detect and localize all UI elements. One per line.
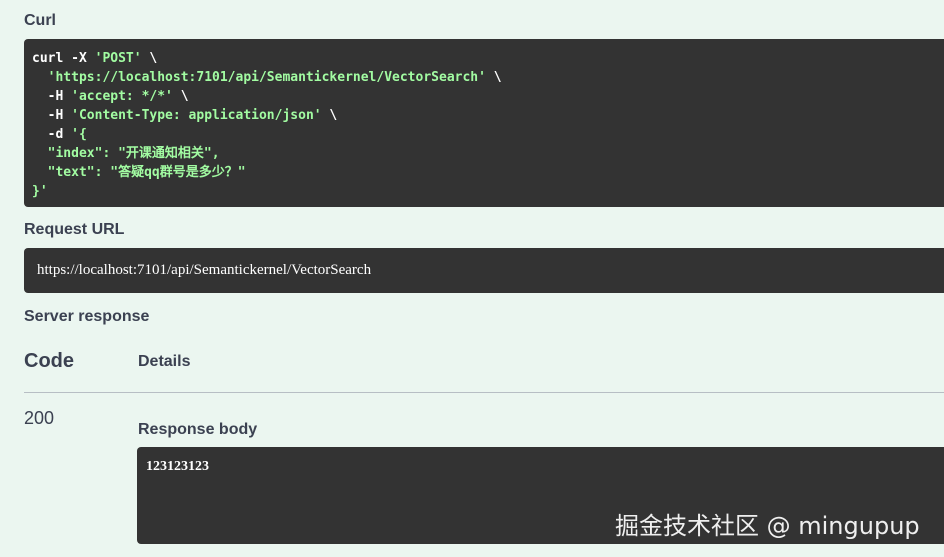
curl-title: Curl <box>24 12 56 29</box>
curl-command-token: -H <box>32 108 72 123</box>
watermark-text: 掘金技术社区 @ mingupup <box>615 512 920 540</box>
curl-line: -H 'Content-Type: application/json' \ <box>32 106 936 125</box>
curl-command-token: curl -X <box>32 51 95 66</box>
curl-string-token: "index": "开课通知相关", <box>32 146 220 161</box>
curl-command-token: -H <box>32 89 72 104</box>
curl-line: 'https://localhost:7101/api/Semantickern… <box>32 68 936 87</box>
code-column-header: Code <box>24 350 74 372</box>
curl-command-token: -d <box>32 127 72 142</box>
details-column-header: Details <box>138 353 191 370</box>
curl-line: curl -X 'POST' \ <box>32 49 936 68</box>
curl-string-token: 'POST' <box>94 51 142 66</box>
curl-line: "index": "开课通知相关", <box>32 144 936 163</box>
response-body-title: Response body <box>138 421 258 438</box>
request-url-title: Request URL <box>24 221 125 238</box>
table-divider <box>24 392 944 393</box>
curl-string-token: 'Content-Type: application/json' <box>71 108 322 123</box>
status-code: 200 <box>24 408 55 428</box>
curl-code-block[interactable]: curl -X 'POST' \ 'https://localhost:7101… <box>24 39 944 207</box>
curl-line: -d '{ <box>32 125 936 144</box>
curl-command-token <box>32 70 48 85</box>
curl-command-token: \ <box>172 89 189 104</box>
curl-command-token: \ <box>485 70 502 85</box>
curl-command-token: \ <box>141 51 158 66</box>
curl-string-token: "text": "答疑qq群号是多少？" <box>32 165 246 180</box>
curl-string-token: 'accept: */*' <box>71 89 173 104</box>
curl-line: "text": "答疑qq群号是多少？" <box>32 163 936 182</box>
curl-string-token: '{ <box>71 127 87 142</box>
curl-line: -H 'accept: */*' \ <box>32 87 936 106</box>
server-response-title: Server response <box>24 308 150 325</box>
curl-string-token: 'https://localhost:7101/api/Semantickern… <box>47 70 486 85</box>
curl-line: }' <box>32 182 936 201</box>
request-url-value[interactable]: https://localhost:7101/api/Semantickerne… <box>24 248 944 293</box>
curl-command-token: \ <box>321 108 338 123</box>
curl-string-token: }' <box>32 184 48 199</box>
